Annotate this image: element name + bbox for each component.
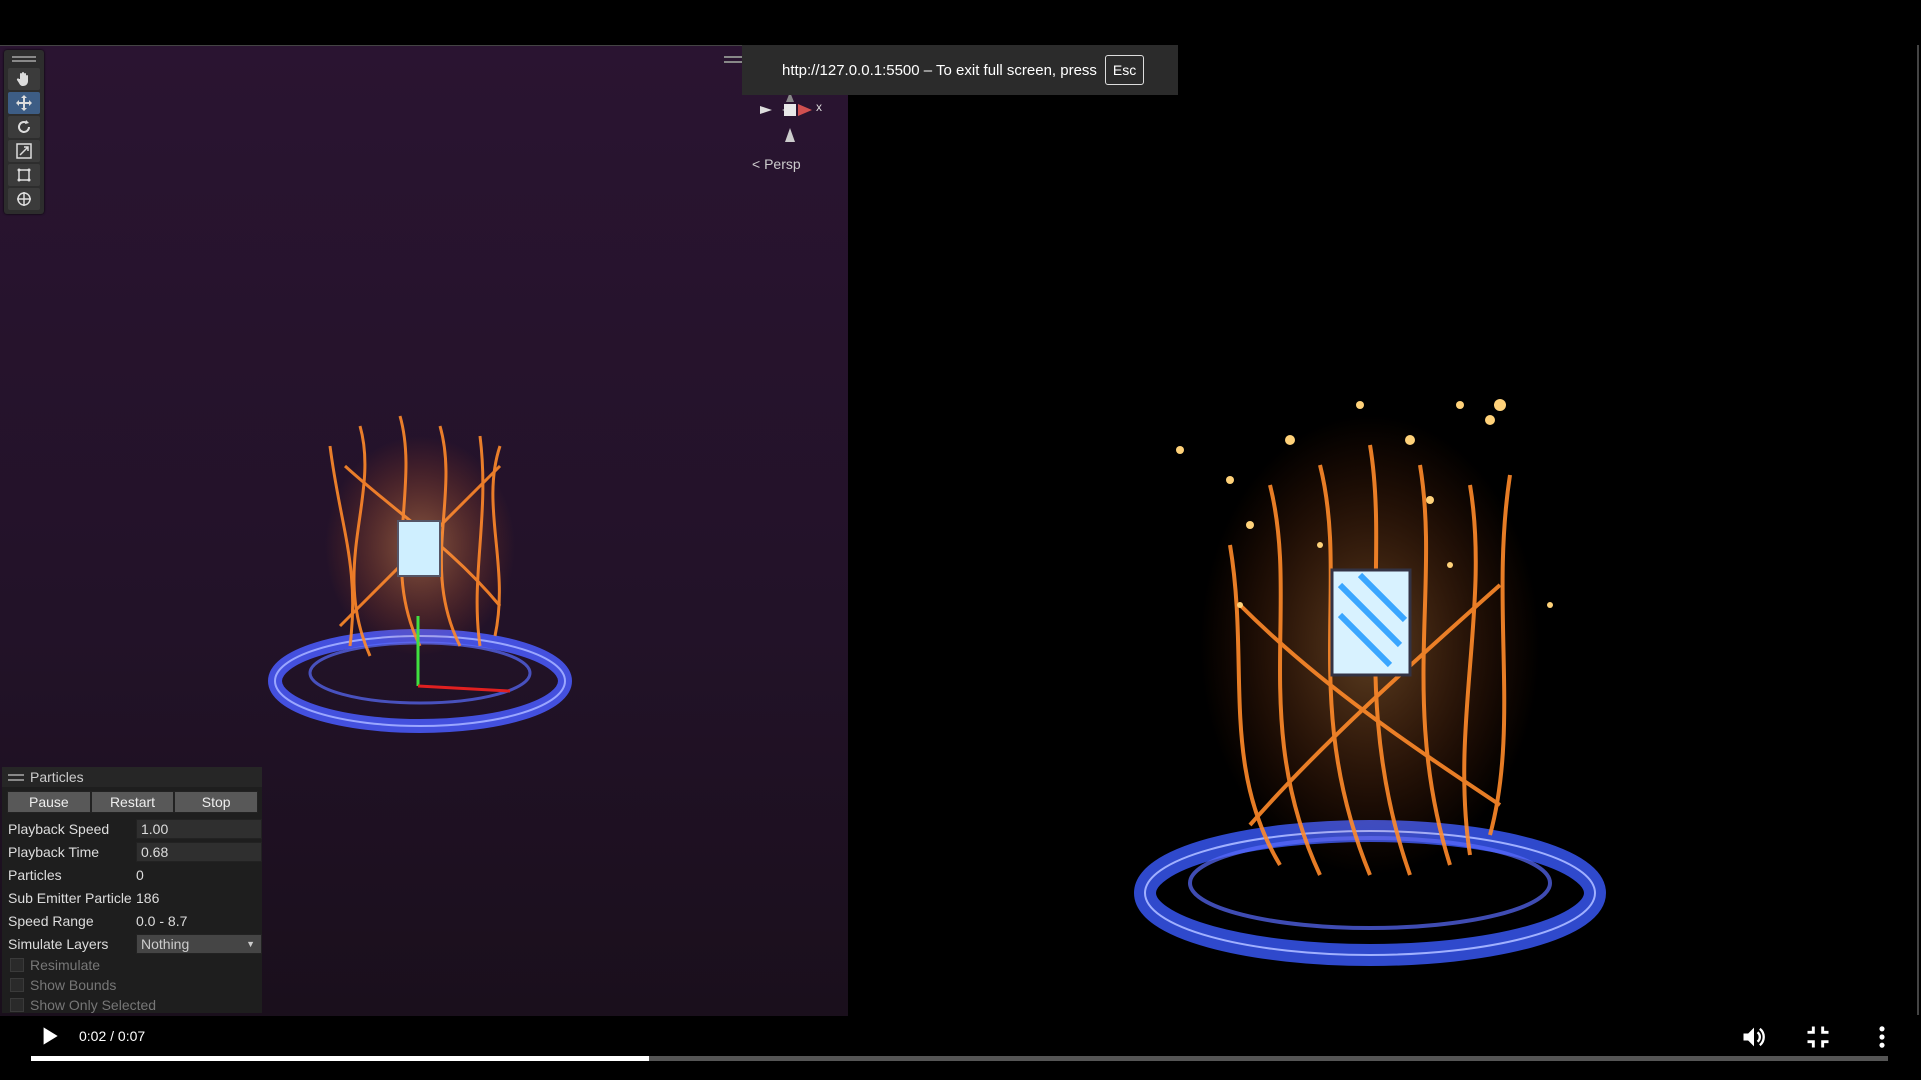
panel-grip-icon <box>8 773 24 781</box>
move-icon <box>16 95 32 111</box>
simulate-layers-dropdown[interactable]: Nothing <box>136 933 262 954</box>
show-only-selected-checkbox[interactable]: Show Only Selected <box>2 995 262 1015</box>
restart-button[interactable]: Restart <box>90 791 175 813</box>
orientation-gizmo[interactable]: x <box>750 90 830 150</box>
sub-emitter-value: 186 <box>136 889 160 906</box>
scale-tool-button[interactable] <box>8 140 40 162</box>
more-options-icon[interactable] <box>1868 1023 1896 1051</box>
show-only-selected-checkbox-box <box>10 998 24 1012</box>
game-fire-effect <box>1134 399 1606 966</box>
video-controls: 0:02 / 0:07 <box>0 1015 1921 1080</box>
rect-icon <box>17 168 31 182</box>
show-bounds-label: Show Bounds <box>30 977 117 993</box>
game-view <box>850 45 1915 1015</box>
resimulate-checkbox[interactable]: Resimulate <box>2 955 262 975</box>
move-tool-button[interactable] <box>8 92 40 114</box>
scene-view-menu-grip[interactable] <box>724 56 742 63</box>
scene-toolbar <box>4 50 44 214</box>
resimulate-label: Resimulate <box>30 957 101 973</box>
fullscreen-notice: http://127.0.0.1:5500 – To exit full scr… <box>742 45 1178 95</box>
simulate-layers-row: Simulate Layers Nothing <box>2 932 262 955</box>
video-progress-fill <box>31 1056 650 1061</box>
particles-panel-title: Particles <box>30 769 84 785</box>
show-bounds-checkbox[interactable]: Show Bounds <box>2 975 262 995</box>
hand-icon <box>16 72 28 86</box>
stop-button[interactable]: Stop <box>174 791 259 813</box>
gizmo-x-label: x <box>816 100 822 114</box>
video-time: 0:02 / 0:07 <box>79 1028 146 1044</box>
playback-time-row: Playback Time 0.68 <box>2 840 262 863</box>
speed-range-value: 0.0 - 8.7 <box>136 912 188 929</box>
fullscreen-notice-text: http://127.0.0.1:5500 – To exit full scr… <box>782 61 1097 79</box>
simulate-layers-label: Simulate Layers <box>8 935 109 952</box>
show-bounds-checkbox-box <box>10 978 24 992</box>
right-edge-divider <box>1917 45 1919 1015</box>
playback-time-field[interactable]: 0.68 <box>136 841 262 862</box>
playback-time-label: Playback Time <box>8 843 100 860</box>
exit-fullscreen-icon[interactable] <box>1804 1023 1832 1051</box>
transform-tool-button[interactable] <box>8 188 40 210</box>
particles-count-row: Particles 0 <box>2 863 262 886</box>
resimulate-checkbox-box <box>10 958 24 972</box>
rect-tool-button[interactable] <box>8 164 40 186</box>
show-only-selected-label: Show Only Selected <box>30 997 157 1013</box>
play-icon[interactable] <box>36 1023 62 1049</box>
toolbar-grip[interactable] <box>12 56 36 62</box>
volume-icon[interactable] <box>1740 1023 1768 1051</box>
particles-panel: Particles Pause Restart Stop Playback Sp… <box>2 767 262 1013</box>
playback-speed-row: Playback Speed 1.00 <box>2 817 262 840</box>
particles-count-value: 0 <box>136 866 144 883</box>
rotate-tool-button[interactable] <box>8 116 40 138</box>
playback-speed-label: Playback Speed <box>8 820 110 837</box>
speed-range-label: Speed Range <box>8 912 94 929</box>
axis-gizmo-icon <box>760 92 812 142</box>
sub-emitter-label: Sub Emitter Particle <box>8 889 132 906</box>
hand-tool-button[interactable] <box>8 68 40 90</box>
persp-label: Persp <box>764 156 801 172</box>
sub-emitter-row: Sub Emitter Particle 186 <box>2 886 262 909</box>
playback-buttons: Pause Restart Stop <box>7 791 259 813</box>
particles-count-label: Particles <box>8 866 62 883</box>
rotate-icon <box>18 120 30 133</box>
persp-chevron-icon: < <box>752 156 765 172</box>
video-progress-bar[interactable] <box>31 1056 1888 1061</box>
playback-speed-field[interactable]: 1.00 <box>136 818 262 839</box>
esc-key-badge: Esc <box>1104 55 1145 85</box>
speed-range-row: Speed Range 0.0 - 8.7 <box>2 909 262 932</box>
perspective-toggle[interactable]: < Persp <box>752 156 801 172</box>
scale-icon <box>16 143 32 159</box>
transform-icon <box>17 192 31 206</box>
pause-button[interactable]: Pause <box>7 791 91 813</box>
particles-panel-header[interactable]: Particles <box>2 767 262 787</box>
